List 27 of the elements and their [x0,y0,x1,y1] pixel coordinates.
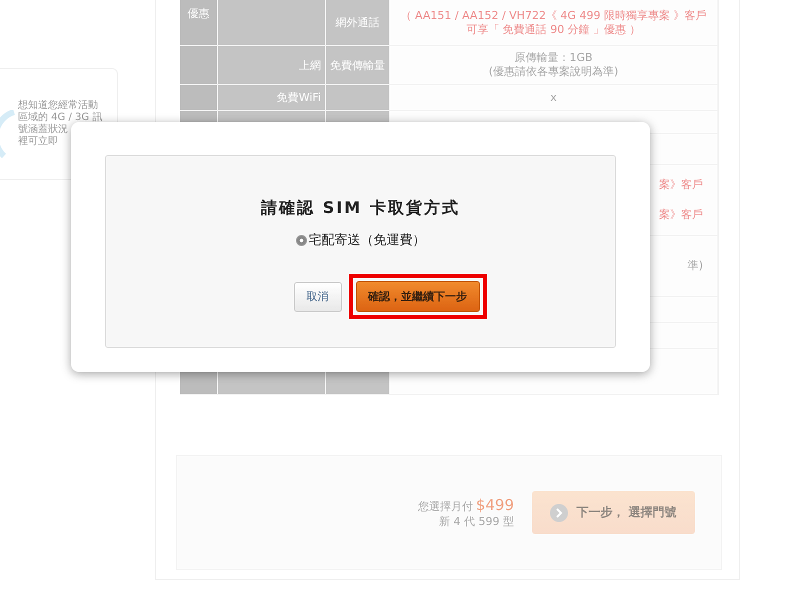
cell-text: 案》客戶 [659,178,703,192]
cell-text: x [550,90,557,104]
dialog-title: 請確認 SIM 卡取貨方式 [261,198,460,219]
cell-text: 可享「 免費通話 90 分鐘 」優惠 ） [466,22,641,36]
radio-button[interactable] [296,234,306,246]
info-text: 號涵蓋狀況 [18,124,69,136]
radio-option[interactable]: 宅配寄送（免運費） [296,231,426,249]
signal-gauge-icon [0,110,16,158]
plan-text: 新 4 代 599 型 [439,514,514,529]
table-header-cell: 免費WiFi [218,85,326,110]
summary-label: 您選擇月付 [418,499,473,514]
chevron-right-icon [550,504,568,522]
table-header-cell: 免費傳輸量 [326,46,390,84]
price-text: $499 [476,496,514,514]
cell-text: (優惠請依各專案說明為準) [488,65,618,79]
cell-text: 準) [688,259,703,273]
info-text: 區域的 4G / 3G 訊 [18,112,102,124]
cell-text: 案》客戶 [659,208,703,222]
table-header-cell: 網外通話 [326,0,390,45]
table-header-cell: 優惠 [180,0,218,45]
info-text: 想知道您經常活動 [18,100,99,112]
table-header-cell: 上網 [218,46,326,84]
cell-text: 原傳輸量：1GB [514,51,593,65]
cancel-button[interactable]: 取消 [294,282,342,312]
info-text: 裡可立即 [18,136,59,148]
confirm-button[interactable]: 確認，並繼續下一步 [356,281,480,312]
cell-text: （ AA151 / AA152 / VH722《 4G 499 限時獨享專案 》客戶 [400,8,706,22]
